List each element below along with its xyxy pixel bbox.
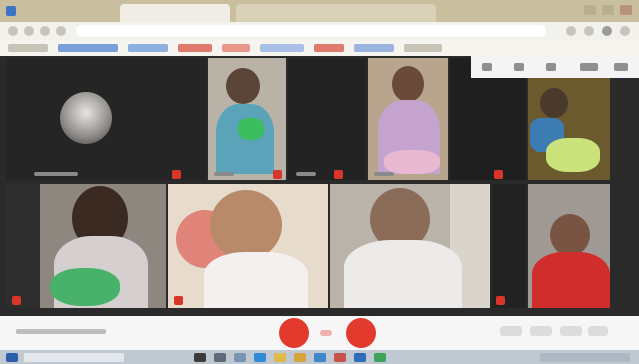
taskbar-app-icon[interactable] bbox=[334, 353, 346, 362]
start-icon[interactable] bbox=[6, 353, 18, 362]
participant-video-head bbox=[392, 66, 424, 102]
taskbar-app-icon[interactable] bbox=[354, 353, 366, 362]
browser-tab[interactable] bbox=[236, 4, 436, 22]
bookmark-item[interactable] bbox=[222, 44, 250, 52]
meeting-right-controls bbox=[500, 326, 610, 340]
participant-name bbox=[374, 172, 394, 176]
meeting-title-placeholder bbox=[16, 329, 106, 334]
chat-icon[interactable] bbox=[514, 63, 524, 71]
participant-video-body bbox=[204, 252, 308, 308]
home-icon[interactable] bbox=[56, 26, 66, 36]
participant-video-head bbox=[226, 68, 260, 104]
taskbar-app-icon[interactable] bbox=[214, 353, 226, 362]
bookmark-item[interactable] bbox=[260, 44, 304, 52]
taskbar-search-input[interactable] bbox=[24, 353, 124, 362]
participant-video-body bbox=[532, 252, 610, 308]
participant-video-object bbox=[238, 118, 264, 140]
reload-icon[interactable] bbox=[40, 26, 50, 36]
bookmark-item[interactable] bbox=[404, 44, 442, 52]
participant-name bbox=[34, 172, 78, 176]
bookmark-item[interactable] bbox=[178, 44, 212, 52]
bookmark-item[interactable] bbox=[128, 44, 168, 52]
participant-name bbox=[296, 172, 316, 176]
participant-avatar bbox=[60, 92, 112, 144]
taskbar-app-icon[interactable] bbox=[254, 353, 266, 362]
taskbar-app-icon[interactable] bbox=[274, 353, 286, 362]
extension-icon[interactable] bbox=[566, 26, 576, 36]
taskbar-app-icon[interactable] bbox=[314, 353, 326, 362]
camera-toggle-button[interactable] bbox=[346, 318, 376, 348]
browser-tab-active[interactable] bbox=[120, 4, 230, 22]
extension-icon[interactable] bbox=[584, 26, 594, 36]
activities-icon[interactable] bbox=[580, 63, 598, 71]
mic-toggle-button[interactable] bbox=[279, 318, 309, 348]
captions-icon[interactable] bbox=[500, 326, 522, 336]
close-window-button[interactable] bbox=[620, 5, 632, 15]
profile-icon[interactable] bbox=[602, 26, 612, 36]
mic-off-icon bbox=[334, 170, 343, 179]
mic-off-icon bbox=[273, 170, 282, 179]
taskbar-app-icon[interactable] bbox=[194, 353, 206, 362]
settings-icon[interactable] bbox=[588, 326, 608, 336]
bookmark-item[interactable] bbox=[8, 44, 48, 52]
participant-video-head bbox=[540, 88, 568, 118]
more-icon[interactable] bbox=[614, 63, 628, 71]
participant-video-head bbox=[210, 190, 282, 260]
participant-video-body bbox=[344, 240, 462, 308]
participant-video-head bbox=[550, 214, 590, 256]
more-options-icon[interactable] bbox=[320, 330, 332, 336]
back-icon[interactable] bbox=[8, 26, 18, 36]
participant-video-object bbox=[546, 138, 600, 172]
participant-video-object bbox=[384, 150, 440, 174]
forward-icon[interactable] bbox=[24, 26, 34, 36]
people-icon[interactable] bbox=[546, 63, 556, 71]
mic-off-icon bbox=[494, 170, 503, 179]
taskbar-app-icon[interactable] bbox=[294, 353, 306, 362]
grid-icon[interactable] bbox=[482, 63, 492, 71]
maximize-button[interactable] bbox=[602, 5, 614, 15]
bookmark-item[interactable] bbox=[314, 44, 344, 52]
more-icon[interactable] bbox=[620, 26, 630, 36]
mic-off-icon bbox=[174, 296, 183, 305]
browser-app-icon bbox=[6, 6, 16, 16]
mic-off-icon bbox=[12, 296, 21, 305]
present-icon[interactable] bbox=[560, 326, 582, 336]
participant-name bbox=[214, 172, 234, 176]
mic-off-icon bbox=[172, 170, 181, 179]
taskbar-app-icon[interactable] bbox=[234, 353, 246, 362]
address-bar-input[interactable] bbox=[76, 25, 546, 37]
bookmark-item[interactable] bbox=[58, 44, 118, 52]
participant-tile[interactable] bbox=[492, 184, 526, 308]
taskbar-app-icon[interactable] bbox=[374, 353, 386, 362]
participant-video-object bbox=[50, 268, 120, 306]
raise-hand-icon[interactable] bbox=[530, 326, 552, 336]
bookmark-item[interactable] bbox=[354, 44, 394, 52]
mic-off-icon bbox=[496, 296, 505, 305]
minimize-button[interactable] bbox=[584, 5, 596, 15]
system-tray[interactable] bbox=[540, 353, 630, 362]
participant-video-background bbox=[6, 184, 40, 308]
participant-tile[interactable] bbox=[288, 58, 366, 180]
